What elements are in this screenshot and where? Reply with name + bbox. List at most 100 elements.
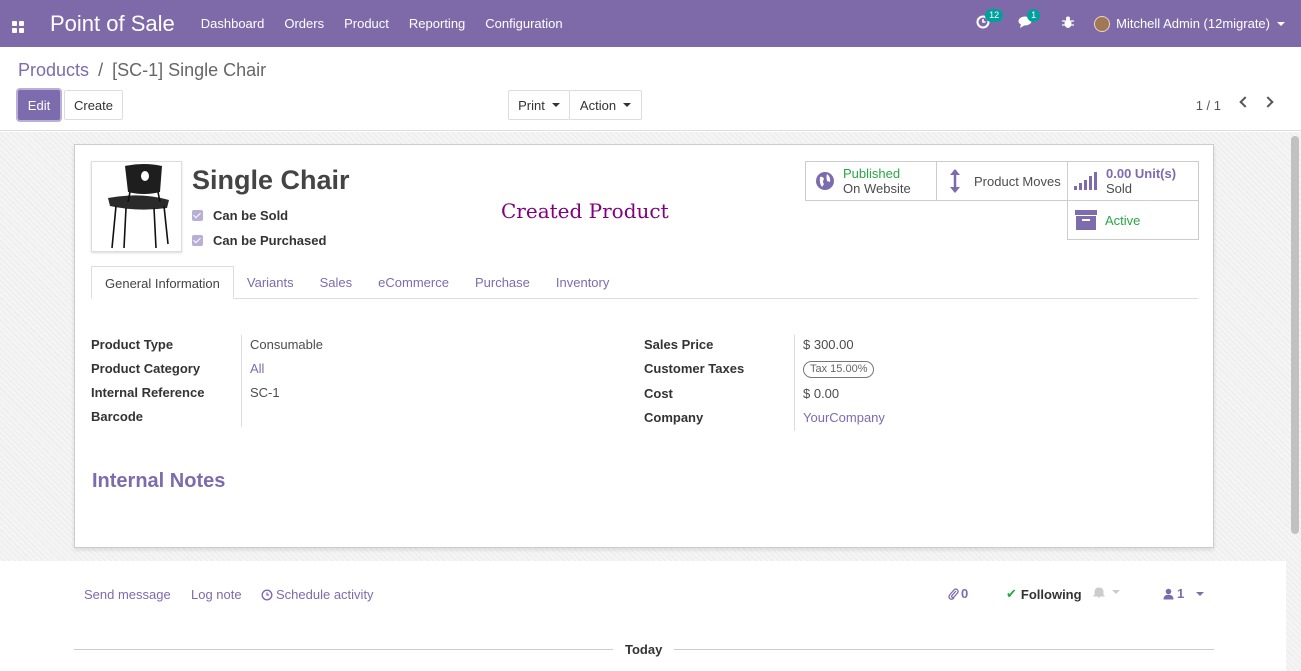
can-be-purchased-label: Can be Purchased [213, 233, 327, 248]
print-dropdown[interactable]: Print [508, 90, 570, 120]
menu-orders[interactable]: Orders [284, 16, 324, 31]
form-view-background: Single Chair Can be Sold Can be Purchase… [0, 132, 1301, 671]
create-button[interactable]: Create [64, 90, 123, 120]
sold-label: Sold [1106, 181, 1133, 196]
customer-taxes-label: Customer Taxes [644, 361, 745, 376]
can-be-sold-checkbox[interactable] [192, 210, 203, 221]
bug-icon [1062, 16, 1075, 28]
product-form-sheet: Single Chair Can be Sold Can be Purchase… [74, 144, 1214, 548]
app-brand[interactable]: Point of Sale [50, 11, 175, 37]
barcode-label: Barcode [91, 409, 144, 424]
can-be-purchased-field: Can be Purchased [192, 233, 326, 248]
vertical-scrollbar[interactable] [1291, 136, 1299, 534]
apps-menu-button[interactable] [0, 14, 36, 33]
pager-value[interactable]: 1 / 1 [1196, 98, 1221, 113]
form-notebook-tabs: General Information Variants Sales eComm… [91, 266, 1198, 299]
product-type-value: Consumable [250, 337, 323, 352]
can-be-purchased-checkbox[interactable] [192, 235, 203, 246]
log-note-button[interactable]: Log note [191, 587, 242, 602]
chatter-panel: Send message Log note Schedule activity … [0, 561, 1286, 671]
active-toggle-button[interactable]: Active [1067, 200, 1199, 240]
can-be-sold-label: Can be Sold [213, 208, 289, 223]
messaging-menu[interactable]: 1 [1018, 9, 1041, 32]
debug-menu[interactable] [1062, 16, 1075, 32]
tab-sales[interactable]: Sales [307, 266, 366, 298]
notification-settings-button[interactable] [1093, 586, 1120, 598]
breadcrumb-products-link[interactable]: Products [18, 60, 89, 80]
tab-variants[interactable]: Variants [234, 266, 307, 298]
created-product-annotation: Created Product [501, 199, 669, 223]
active-status: Active [1105, 212, 1141, 228]
product-moves-label: Product Moves [974, 173, 1061, 189]
globe-icon [816, 172, 834, 190]
chevron-right-icon [1262, 96, 1274, 108]
followers-count: 1 [1177, 586, 1185, 601]
sales-price-label: Sales Price [644, 337, 714, 352]
send-message-button[interactable]: Send message [84, 587, 171, 602]
edit-button[interactable]: Edit [18, 90, 60, 120]
pager-next-button[interactable] [1262, 94, 1279, 110]
customer-taxes-field: Tax 15.00% [803, 360, 875, 378]
print-caret-icon [551, 103, 560, 107]
apps-grid-icon [12, 21, 24, 33]
cost-value: $ 0.00 [803, 386, 840, 401]
product-image[interactable] [91, 161, 182, 252]
control-panel: Products / [SC-1] Single Chair Edit Crea… [0, 47, 1301, 131]
user-caret-icon [1277, 21, 1285, 26]
sold-quantity: 0.00 Unit(s) [1106, 166, 1177, 181]
menu-dashboard[interactable]: Dashboard [201, 16, 265, 31]
product-name: Single Chair [192, 165, 350, 195]
signal-bars-icon [1074, 172, 1097, 190]
arrows-vertical-icon [950, 169, 960, 193]
user-menu[interactable]: Mitchell Admin (12migrate) [1094, 15, 1285, 32]
attachments-button[interactable]: 0 [948, 586, 968, 601]
tab-purchase[interactable]: Purchase [462, 266, 543, 298]
today-label: Today [613, 642, 675, 657]
internal-reference-label: Internal Reference [91, 385, 205, 400]
print-label: Print [518, 97, 545, 113]
following-button[interactable]: ✔ Following [1006, 586, 1082, 602]
internal-reference-value: SC-1 [250, 385, 280, 400]
left-group-separator [241, 335, 242, 427]
right-group-separator [794, 335, 795, 431]
check-icon: ✔ [1006, 586, 1017, 601]
bell-caret-icon [1112, 590, 1120, 594]
published-stat-button[interactable]: Published On Website [805, 161, 937, 201]
sold-stat-button[interactable]: 0.00 Unit(s) Sold [1067, 161, 1199, 201]
company-link[interactable]: YourCompany [803, 410, 885, 425]
user-name: Mitchell Admin (12migrate) [1116, 16, 1270, 31]
message-count-badge: 1 [1027, 9, 1041, 22]
product-moves-stat-button[interactable]: Product Moves [936, 161, 1068, 201]
breadcrumb: Products / [SC-1] Single Chair [18, 60, 266, 81]
tax-tag: Tax 15.00% [803, 361, 875, 378]
chair-image-icon [108, 164, 169, 249]
published-on-website-label: On Website [843, 181, 911, 196]
cost-label: Cost [644, 386, 673, 401]
following-label: Following [1020, 586, 1082, 602]
action-caret-icon [623, 103, 632, 107]
pager-previous-button[interactable] [1237, 94, 1253, 110]
product-category-link[interactable]: All [250, 361, 264, 376]
menu-reporting[interactable]: Reporting [409, 16, 465, 31]
clock-small-icon [261, 588, 273, 601]
archive-icon [1075, 210, 1097, 230]
followers-button[interactable]: 1 [1163, 586, 1205, 601]
product-category-label: Product Category [91, 361, 201, 376]
can-be-sold-field: Can be Sold [192, 208, 288, 223]
user-avatar [1094, 15, 1111, 32]
internal-notes-heading: Internal Notes [92, 470, 226, 492]
bell-icon [1093, 587, 1105, 598]
tab-inventory[interactable]: Inventory [543, 266, 622, 298]
paperclip-icon [948, 587, 959, 600]
menu-configuration[interactable]: Configuration [485, 16, 562, 31]
activity-menu[interactable]: 12 [976, 9, 1004, 32]
schedule-activity-button[interactable]: Schedule activity [261, 587, 374, 602]
tab-general-information[interactable]: General Information [91, 266, 234, 299]
action-dropdown[interactable]: Action [569, 90, 642, 120]
published-status: Published [843, 166, 901, 181]
top-navbar: Point of Sale Dashboard Orders Product R… [0, 0, 1301, 47]
tab-ecommerce[interactable]: eCommerce [365, 266, 462, 298]
user-icon [1163, 588, 1174, 599]
breadcrumb-separator: / [98, 60, 104, 80]
menu-product[interactable]: Product [344, 16, 389, 31]
